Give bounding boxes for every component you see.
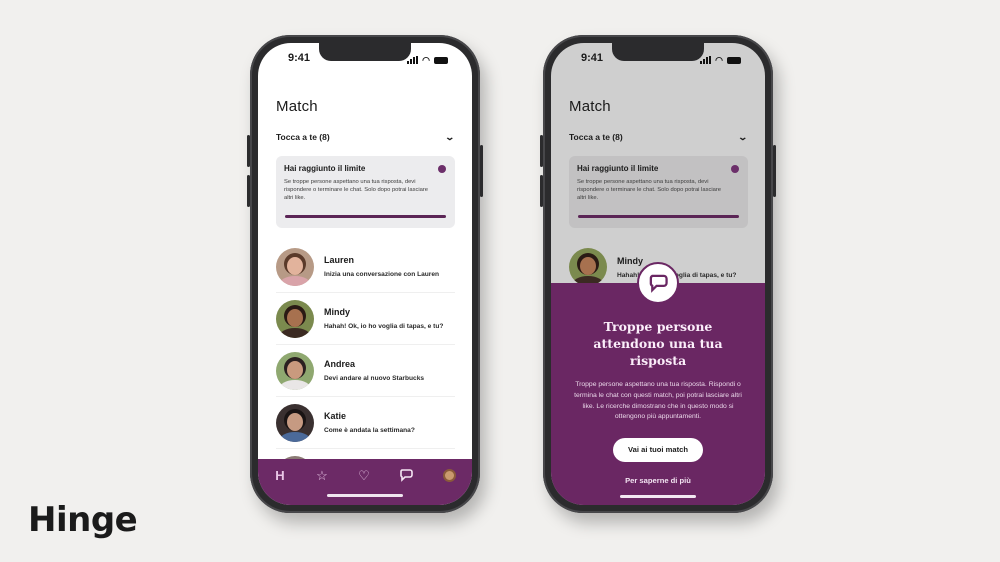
notch — [319, 43, 411, 61]
tab-likes[interactable]: ♡ — [354, 468, 374, 484]
limit-reached-card: Hai raggiunto il limite Se troppe person… — [569, 156, 748, 228]
notch — [612, 43, 704, 61]
avatar — [276, 403, 314, 442]
match-name: Mindy — [617, 255, 643, 266]
tab-discover[interactable]: H — [270, 468, 290, 484]
tab-matches[interactable] — [396, 468, 416, 484]
avatar — [276, 247, 314, 286]
hinge-home-icon: H — [275, 468, 285, 483]
your-turn-section-toggle: Tocca a te (8) ⌄ — [569, 132, 749, 143]
limit-card-text: Se troppe persone aspettano una tua risp… — [284, 179, 429, 202]
chat-icon — [649, 274, 668, 293]
tab-bar: H ☆ ♡ — [258, 459, 472, 505]
page-title: Match — [276, 98, 318, 115]
phone-left: 9:41 ◠ Match Tocca a te (8) ⌄ Hai raggiu… — [247, 35, 483, 513]
avatar — [569, 248, 607, 286]
battery-icon — [727, 56, 741, 64]
signal-icon — [407, 56, 419, 64]
match-message: Come è andata la settimana? — [324, 427, 415, 434]
limit-card-title: Hai raggiunto il limite — [577, 164, 659, 173]
modal-body: Troppe persone aspettano una tua rispost… — [574, 381, 742, 421]
avatar — [276, 351, 314, 390]
match-name: Lauren — [324, 255, 355, 265]
match-message: Hahah! Ok, io ho voglia di tapas, e tu? — [324, 323, 444, 330]
status-time: 9:41 — [581, 52, 604, 64]
volume-down-button — [247, 175, 250, 207]
limit-progress-bar — [285, 215, 446, 218]
learn-more-link[interactable]: Per saperne di più — [551, 476, 765, 485]
section-header-label: Tocca a te (8) — [569, 132, 623, 142]
home-indicator — [620, 495, 696, 498]
limit-card-title: Hai raggiunto il limite — [284, 164, 366, 173]
power-button — [480, 145, 483, 197]
limit-bottom-sheet: Troppe persone attendono una tua rispost… — [551, 262, 765, 505]
chat-icon — [400, 469, 413, 482]
status-time: 9:41 — [288, 52, 311, 64]
match-name: Katie — [324, 411, 347, 421]
phone-right: 9:41 ◠ Match Tocca a te (8) ⌄ Hai raggiu… — [540, 35, 776, 513]
limit-reached-card[interactable]: Hai raggiunto il limite Se troppe person… — [276, 156, 455, 228]
wifi-icon: ◠ — [422, 54, 430, 65]
chevron-down-icon: ⌄ — [444, 132, 456, 142]
tab-standouts[interactable]: ☆ — [312, 468, 332, 484]
match-row[interactable]: Mindy Hahah! Ok, io ho voglia di tapas, e… — [276, 293, 455, 345]
home-indicator — [327, 494, 403, 497]
power-button — [773, 145, 776, 197]
limit-modal-screen: 9:41 ◠ Match Tocca a te (8) ⌄ Hai raggiu… — [551, 43, 765, 505]
info-icon[interactable] — [438, 165, 446, 173]
match-row[interactable]: Katie Come è andata la settimana? — [276, 397, 455, 449]
page-title: Match — [569, 98, 611, 115]
your-turn-section-toggle[interactable]: Tocca a te (8) ⌄ — [276, 132, 456, 143]
tab-profile[interactable] — [439, 468, 459, 484]
hinge-logo: Hinge — [28, 500, 138, 540]
signal-icon — [700, 56, 712, 64]
volume-up-button — [247, 135, 250, 167]
match-row[interactable]: Lauren Inizia una conversazione con Laure… — [276, 241, 455, 293]
heart-icon: ♡ — [358, 468, 370, 483]
info-icon — [731, 165, 739, 173]
chevron-down-icon: ⌄ — [737, 132, 749, 142]
go-to-matches-button[interactable]: Vai ai tuoi match — [613, 438, 703, 462]
match-message: Devi andare al nuovo Starbucks — [324, 375, 425, 382]
volume-down-button — [540, 175, 543, 207]
modal-title: Troppe persone attendono una tua rispost… — [593, 319, 723, 368]
match-message: Inizia una conversazione con Lauren — [324, 271, 440, 278]
avatar — [276, 299, 314, 338]
chat-badge — [637, 262, 679, 304]
wifi-icon: ◠ — [715, 54, 723, 65]
limit-card-text: Se troppe persone aspettano una tua risp… — [577, 179, 722, 202]
matches-screen: 9:41 ◠ Match Tocca a te (8) ⌄ Hai raggiu… — [258, 43, 472, 505]
match-name: Andrea — [324, 359, 356, 369]
match-row[interactable]: Andrea Devi andare al nuovo Starbucks — [276, 345, 455, 397]
match-name: Mindy — [324, 307, 350, 317]
battery-icon — [434, 56, 448, 64]
limit-progress-bar — [578, 215, 739, 218]
star-icon: ☆ — [316, 468, 328, 483]
volume-up-button — [540, 135, 543, 167]
section-header-label: Tocca a te (8) — [276, 132, 330, 142]
profile-avatar-icon — [442, 469, 456, 482]
